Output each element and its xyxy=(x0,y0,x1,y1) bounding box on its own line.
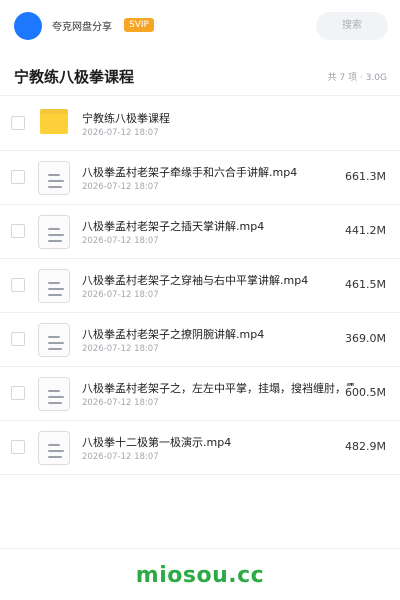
list-item[interactable]: 八极拳孟村老架子之，左左中平掌，挂塌，搜裆缠肘，霸 2026-07-12 18:… xyxy=(0,367,400,421)
select-checkbox[interactable] xyxy=(11,116,25,130)
document-icon xyxy=(38,431,70,465)
list-item[interactable]: 八极拳孟村老架子之撩阴腕讲解.mp4 2026-07-12 18:07 369.… xyxy=(0,313,400,367)
svip-badge: SVIP xyxy=(124,18,154,32)
list-item[interactable]: 八极拳孟村老架子之插天掌讲解.mp4 2026-07-12 18:07 441.… xyxy=(0,205,400,259)
list-item[interactable]: 八极拳孟村老架子之穿袖与右中平掌讲解.mp4 2026-07-12 18:07 … xyxy=(0,259,400,313)
item-date: 2026-07-12 18:07 xyxy=(82,128,159,138)
item-size: 461.5M xyxy=(343,278,386,291)
item-name: 八极拳孟村老架子之撩阴腕讲解.mp4 xyxy=(82,328,265,341)
item-date: 2026-07-12 18:07 xyxy=(82,452,159,462)
item-date: 2026-07-12 18:07 xyxy=(82,290,159,300)
document-icon xyxy=(38,323,70,357)
select-checkbox[interactable] xyxy=(11,224,25,238)
page-title: 宁教练八极拳课程 xyxy=(14,68,135,86)
item-size: 600.5M xyxy=(343,386,386,399)
top-bar: 夸克网盘分享 SVIP 搜索 xyxy=(0,0,400,52)
select-checkbox[interactable] xyxy=(11,332,25,346)
folder-title-bar: 宁教练八极拳课程 共 7 项 · 3.0G xyxy=(0,56,400,96)
item-name: 宁教练八极拳课程 xyxy=(82,112,170,125)
item-size: 482.9M xyxy=(343,440,386,453)
select-checkbox[interactable] xyxy=(11,440,25,454)
select-checkbox[interactable] xyxy=(11,170,25,184)
document-icon xyxy=(38,161,70,195)
item-name: 八极拳孟村老架子牵缘手和六合手讲解.mp4 xyxy=(82,166,298,179)
item-size: 369.0M xyxy=(343,332,386,345)
item-size: 661.3M xyxy=(343,170,386,183)
item-name: 八极拳孟村老架子之，左左中平掌，挂塌，搜裆缠肘，霸 xyxy=(82,382,354,395)
item-date: 2026-07-12 18:07 xyxy=(82,398,159,408)
item-name: 八极拳十二极第一极演示.mp4 xyxy=(82,436,232,449)
share-owner-name: 夸克网盘分享 xyxy=(52,22,112,33)
list-item[interactable]: 八极拳孟村老架子牵缘手和六合手讲解.mp4 2026-07-12 18:07 6… xyxy=(0,151,400,205)
item-size: 441.2M xyxy=(343,224,386,237)
folder-icon xyxy=(38,107,70,141)
document-icon xyxy=(38,215,70,249)
item-name: 八极拳孟村老架子之插天掌讲解.mp4 xyxy=(82,220,265,233)
select-checkbox[interactable] xyxy=(11,278,25,292)
select-checkbox[interactable] xyxy=(11,386,25,400)
search-input[interactable]: 搜索 xyxy=(316,12,388,40)
file-list: 宁教练八极拳课程 2026-07-12 18:07 八极拳孟村老架子牵缘手和六合… xyxy=(0,97,400,475)
folder-meta: 共 7 项 · 3.0G xyxy=(327,73,387,83)
item-date: 2026-07-12 18:07 xyxy=(82,182,159,192)
site-watermark: miosou.cc xyxy=(135,563,265,588)
item-date: 2026-07-12 18:07 xyxy=(82,344,159,354)
document-icon xyxy=(38,377,70,411)
list-item[interactable]: 宁教练八极拳课程 2026-07-12 18:07 xyxy=(0,97,400,151)
item-name: 八极拳孟村老架子之穿袖与右中平掌讲解.mp4 xyxy=(82,274,309,287)
avatar[interactable] xyxy=(14,12,42,40)
document-icon xyxy=(38,269,70,303)
list-item[interactable]: 八极拳十二极第一极演示.mp4 2026-07-12 18:07 482.9M xyxy=(0,421,400,475)
item-date: 2026-07-12 18:07 xyxy=(82,236,159,246)
